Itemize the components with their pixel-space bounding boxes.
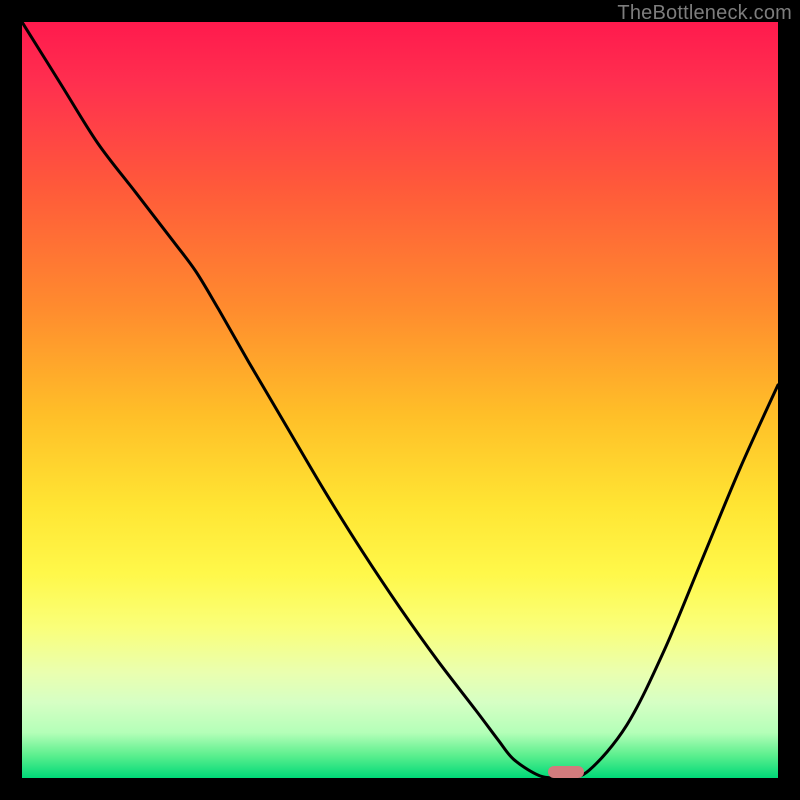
chart-container: TheBottleneck.com — [0, 0, 800, 800]
plot-area — [22, 22, 778, 778]
optimal-point-marker — [548, 766, 584, 778]
bottleneck-curve — [22, 22, 778, 778]
